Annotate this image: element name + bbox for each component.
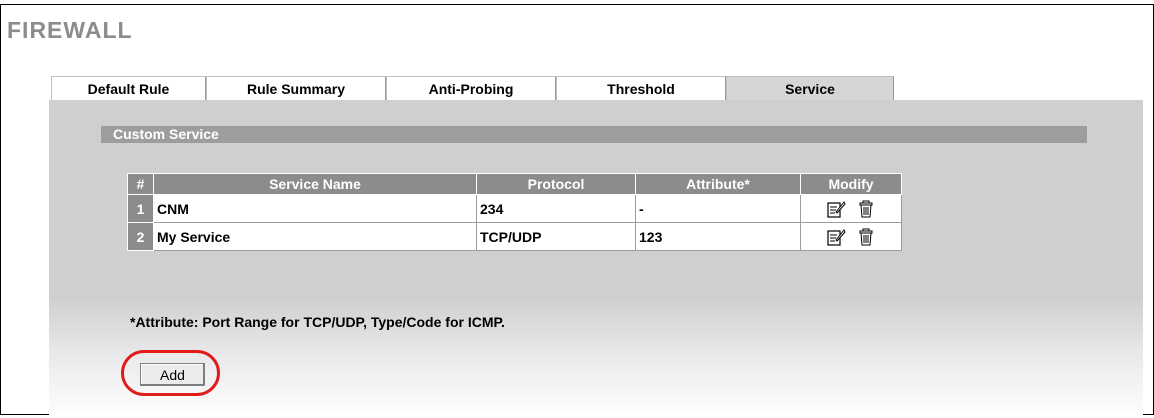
modify-cell [800,194,902,223]
edit-icon[interactable] [826,227,846,247]
trash-icon[interactable] [856,227,876,247]
column-header-service-name: Service Name [153,173,477,195]
tab-rule-summary[interactable]: Rule Summary [206,76,386,101]
edit-icon[interactable] [826,199,846,219]
row-number: 2 [127,222,154,251]
service-panel: Custom Service # Service Name Protocol A… [49,100,1143,418]
column-header-modify: Modify [800,173,902,195]
tab-service[interactable]: Service [726,76,894,101]
tab-anti-probing[interactable]: Anti-Probing [386,76,556,101]
column-header-number: # [127,173,154,195]
protocol-cell: 234 [476,194,636,223]
service-name-cell: CNM [153,194,477,223]
page-title: FIREWALL [7,17,133,43]
firewall-window: FIREWALL Default Rule Rule Summary Anti-… [0,4,1154,418]
tab-default-rule[interactable]: Default Rule [51,76,206,101]
modify-cell [800,222,902,251]
service-name-cell: My Service [153,222,477,251]
attribute-cell: 123 [635,222,801,251]
trash-icon[interactable] [856,199,876,219]
custom-service-table: # Service Name Protocol Attribute* Modif… [127,173,902,251]
column-header-attribute: Attribute* [635,173,801,195]
attribute-footnote: *Attribute: Port Range for TCP/UDP, Type… [130,314,505,330]
tab-threshold[interactable]: Threshold [556,76,726,101]
table-row: 2 My Service TCP/UDP 123 [127,222,902,251]
section-header: Custom Service [101,126,1087,143]
table-header-row: # Service Name Protocol Attribute* Modif… [127,173,902,195]
row-number: 1 [127,194,154,223]
attribute-cell: - [635,194,801,223]
table-row: 1 CNM 234 - [127,194,902,223]
column-header-protocol: Protocol [476,173,636,195]
add-button[interactable]: Add [140,363,205,386]
protocol-cell: TCP/UDP [476,222,636,251]
